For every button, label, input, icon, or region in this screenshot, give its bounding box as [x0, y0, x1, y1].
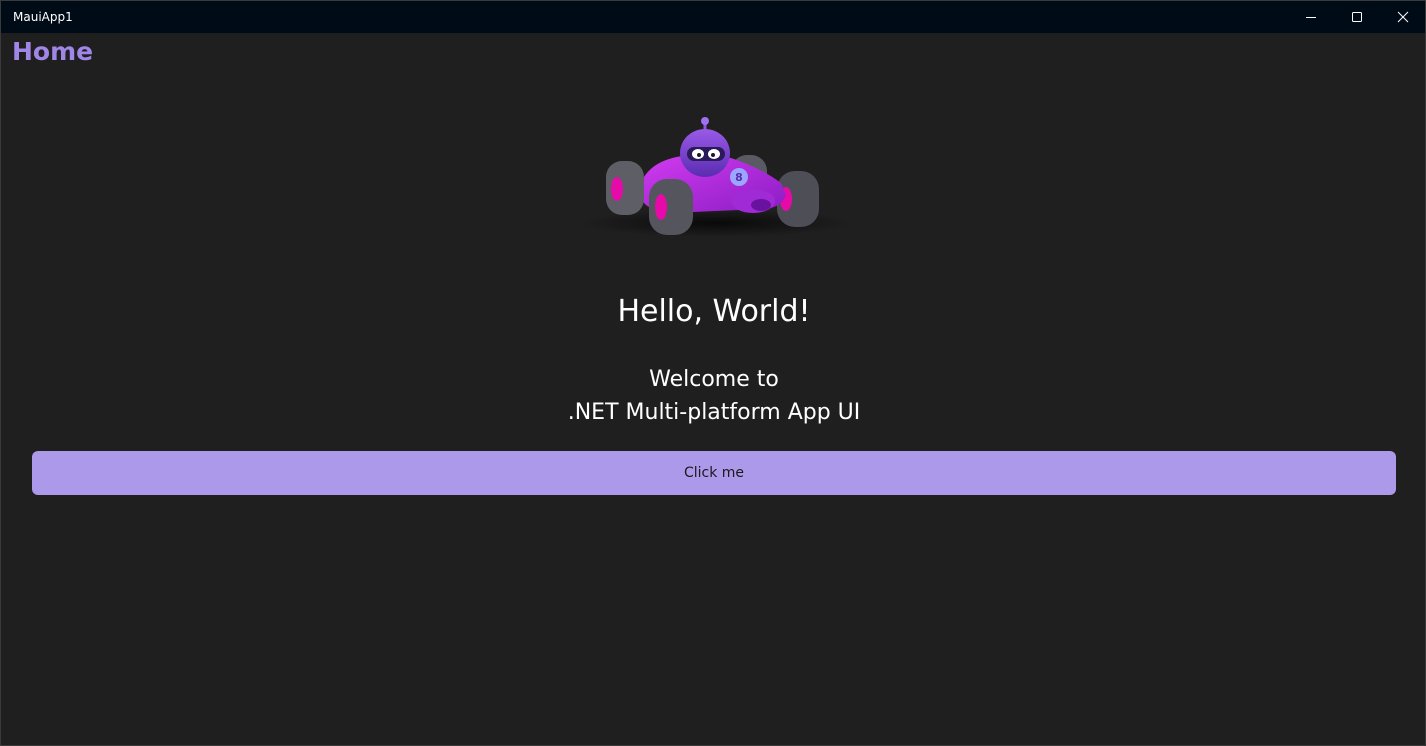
- maximize-icon: [1352, 12, 1362, 22]
- minimize-button[interactable]: [1288, 1, 1334, 33]
- welcome-line-2: .NET Multi-platform App UI: [567, 400, 861, 425]
- close-icon: [1397, 11, 1409, 23]
- svg-text:8: 8: [735, 171, 743, 184]
- click-me-button[interactable]: Click me: [32, 451, 1396, 495]
- close-button[interactable]: [1380, 1, 1426, 33]
- window-title: MauiApp1: [13, 10, 73, 24]
- app-window: MauiApp1 Home 8 Hello, World! Welcome to…: [0, 0, 1426, 746]
- welcome-line-1: Welcome to: [649, 367, 779, 392]
- race-car-icon: 8: [581, 117, 851, 237]
- page-title: Home: [12, 37, 94, 66]
- dotnet-bot-image: 8: [581, 113, 851, 248]
- maximize-button[interactable]: [1334, 1, 1380, 33]
- minimize-icon: [1306, 17, 1316, 18]
- welcome-text: Welcome to .NET Multi-platform App UI: [1, 363, 1426, 429]
- greeting-heading: Hello, World!: [617, 294, 811, 329]
- title-bar[interactable]: MauiApp1: [1, 1, 1425, 33]
